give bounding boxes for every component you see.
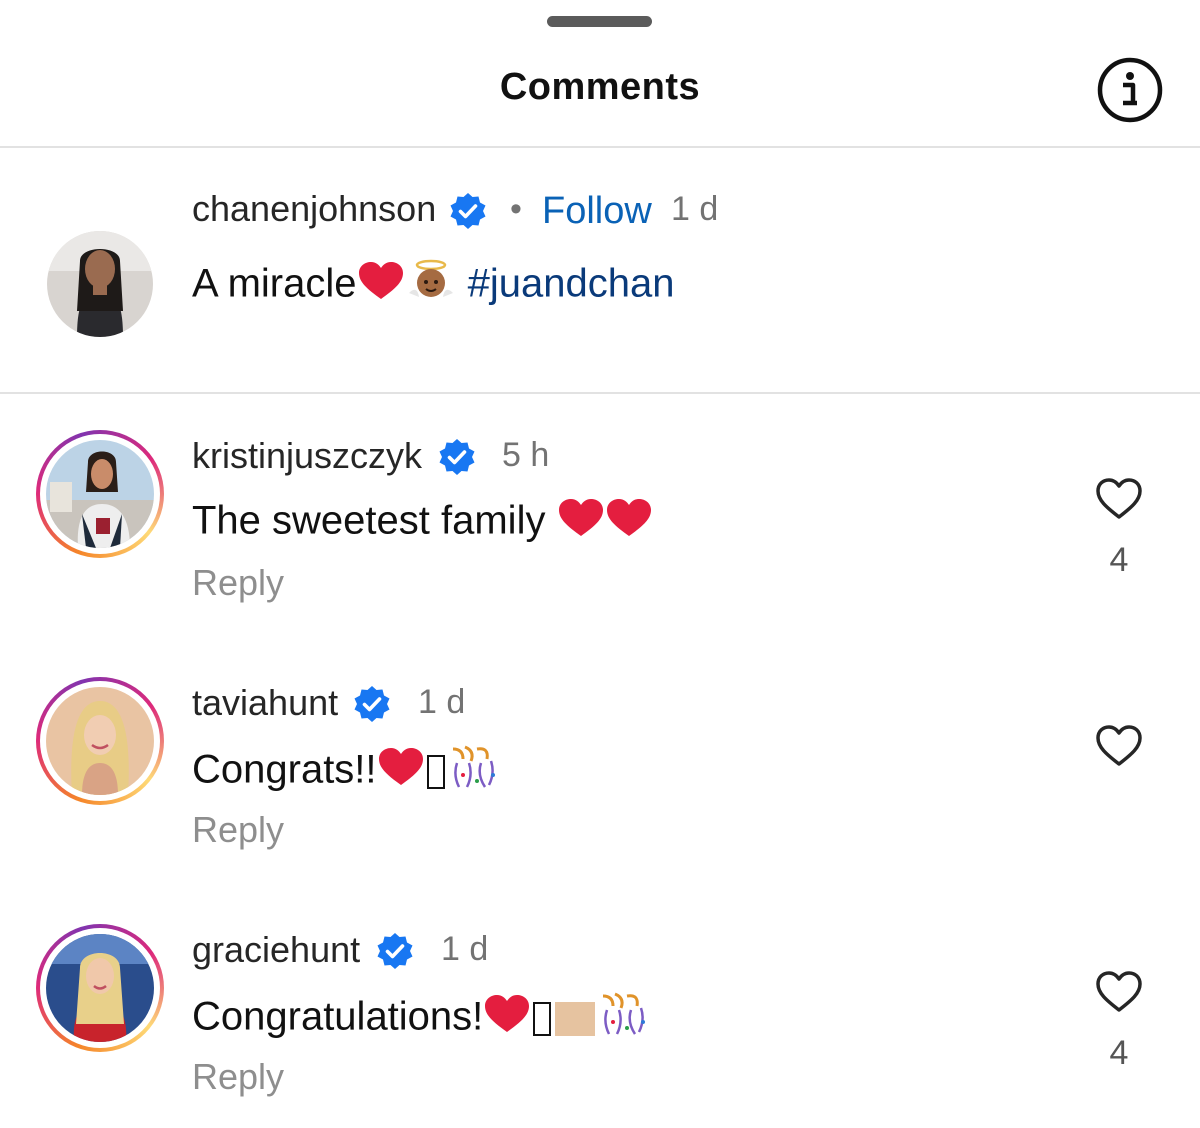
comment-timestamp: 1 d xyxy=(418,683,466,721)
comment-timestamp: 1 d xyxy=(441,930,489,968)
missing-glyph-icon xyxy=(533,1002,552,1036)
follow-button[interactable]: Follow xyxy=(542,190,652,233)
story-ring[interactable] xyxy=(36,924,164,1052)
caption-text: A miracle xyxy=(192,261,357,306)
header-divider xyxy=(0,146,1200,148)
comment-username[interactable]: kristinjuszczyk xyxy=(192,435,422,477)
reply-button[interactable]: Reply xyxy=(192,562,284,604)
post-caption: A miracle #juandchan xyxy=(192,259,674,313)
separator-dot: • xyxy=(510,190,522,228)
confetti-icon xyxy=(597,992,649,1046)
post-username[interactable]: chanenjohnson xyxy=(192,188,436,230)
avatar[interactable] xyxy=(46,440,154,548)
info-icon[interactable] xyxy=(1096,56,1164,124)
like-count: 4 xyxy=(1109,541,1129,579)
like-heart-icon[interactable] xyxy=(1095,477,1143,521)
comment-text: Congrats!! xyxy=(192,745,499,799)
like-count: 4 xyxy=(1109,1034,1129,1072)
comment-timestamp: 5 h xyxy=(502,436,550,474)
red-heart-icon xyxy=(557,498,605,548)
like-heart-icon[interactable] xyxy=(1095,724,1143,768)
verified-badge-icon xyxy=(448,191,488,231)
story-ring[interactable] xyxy=(36,677,164,805)
reply-button[interactable]: Reply xyxy=(192,809,284,851)
red-heart-icon xyxy=(605,498,653,548)
avatar[interactable] xyxy=(46,687,154,795)
confetti-icon xyxy=(447,745,499,799)
post-timestamp: 1 d xyxy=(671,190,719,228)
comment-username[interactable]: graciehunt xyxy=(192,929,360,971)
skin-tone-modifier-icon xyxy=(555,1002,596,1036)
verified-badge-icon xyxy=(375,931,415,971)
story-ring[interactable] xyxy=(36,430,164,558)
avatar[interactable] xyxy=(47,231,153,337)
baby-angel-icon xyxy=(405,259,457,313)
comment-username[interactable]: taviahunt xyxy=(192,682,338,724)
verified-badge-icon xyxy=(352,684,392,724)
comment-body: The sweetest family xyxy=(192,498,557,543)
hashtag-link[interactable]: #juandchan xyxy=(468,262,675,306)
avatar[interactable] xyxy=(46,934,154,1042)
comment-body: Congratulations! xyxy=(192,994,484,1039)
comment-body: Congrats!! xyxy=(192,747,377,792)
caption-divider xyxy=(0,392,1200,394)
red-heart-icon xyxy=(377,747,425,797)
reply-button[interactable]: Reply xyxy=(192,1056,284,1098)
missing-glyph-icon xyxy=(426,755,445,789)
like-heart-icon[interactable] xyxy=(1095,970,1143,1014)
comment-text: The sweetest family xyxy=(192,498,653,548)
comment-text: Congratulations! xyxy=(192,992,649,1046)
sheet-drag-handle[interactable] xyxy=(547,16,652,27)
red-heart-icon xyxy=(483,994,531,1044)
red-heart-icon xyxy=(357,261,405,311)
page-title: Comments xyxy=(499,66,701,108)
verified-badge-icon xyxy=(437,437,477,477)
